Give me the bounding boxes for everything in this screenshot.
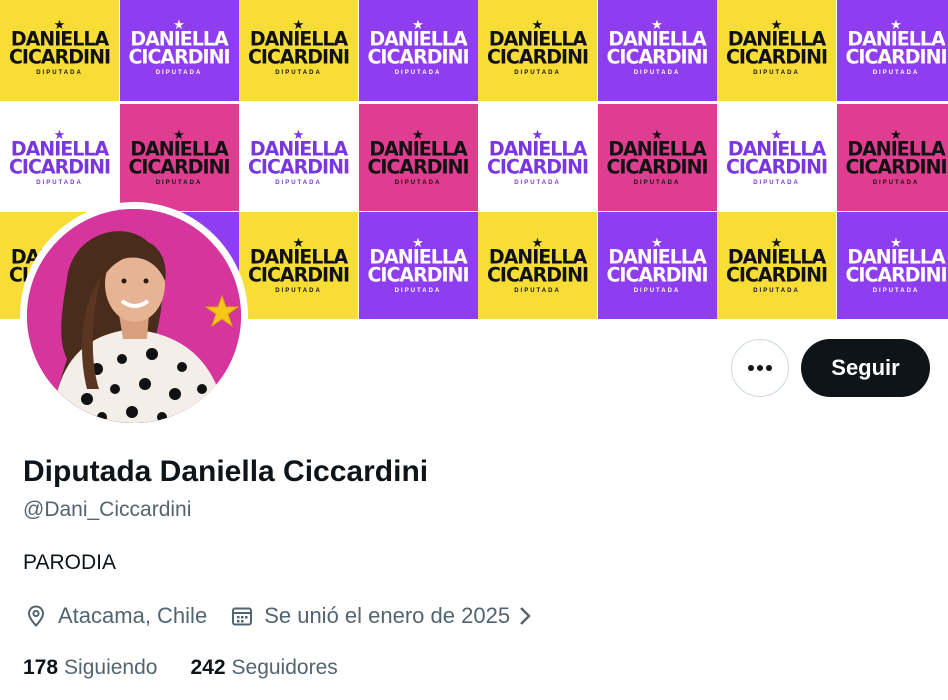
banner-tile-line2: CICARDINI <box>128 154 230 179</box>
banner-tile-sub: DIPUTADA <box>872 69 920 76</box>
banner-tile-sub: DIPUTADA <box>753 179 800 186</box>
banner-tile-line2: CICARDINI <box>606 154 708 179</box>
chevron-right-icon[interactable] <box>518 606 532 626</box>
banner-tile: ★DANIELLACICARDINIDIPUTADA <box>597 212 717 319</box>
follow-stats: 178 Siguiendo 242 Seguidores <box>23 656 371 680</box>
banner-tile: ★DANIELLACICARDINIDIPUTADA <box>836 104 948 211</box>
banner-tile-line2: CICARDINI <box>486 44 589 69</box>
banner-tile: ★DANIELLACICARDINIDIPUTADA <box>478 0 597 101</box>
joined-text[interactable]: Se unió el enero de 2025 <box>264 603 510 629</box>
banner-tile: ★DANIELLACICARDINIDIPUTADA <box>239 212 358 319</box>
banner-tile-sub: DIPUTADA <box>155 179 203 186</box>
location-pin-icon <box>23 603 49 629</box>
banner-tile-sub: DIPUTADA <box>36 179 83 186</box>
display-name: Diputada Daniella Ciccardini <box>23 455 429 488</box>
avatar[interactable] <box>27 209 241 423</box>
banner-tile: ★DANIELLACICARDINIDIPUTADA <box>358 212 478 319</box>
followers-link[interactable]: 242 Seguidores <box>190 656 337 680</box>
banner-tile-line2: CICARDINI <box>367 154 469 179</box>
location-text: Atacama, Chile <box>58 603 208 628</box>
following-link[interactable]: 178 Siguiendo <box>23 656 157 680</box>
banner-tile: ★DANIELLACICARDINIDIPUTADA <box>358 0 478 101</box>
more-dots-icon <box>748 365 772 371</box>
banner-tile: ★DANIELLACICARDINIDIPUTADA <box>717 104 836 211</box>
banner-tile: ★DANIELLACICARDINIDIPUTADA <box>836 0 948 101</box>
more-options-button[interactable] <box>731 339 789 397</box>
banner-tile: ★DANIELLACICARDINIDIPUTADA <box>0 104 119 211</box>
banner-tile-line2: CICARDINI <box>606 44 708 69</box>
followers-label: Seguidores <box>231 656 338 679</box>
banner-tile: ★DANIELLACICARDINIDIPUTADA <box>597 0 717 101</box>
banner-tile-line2: CICARDINI <box>725 44 828 69</box>
banner-tile-sub: DIPUTADA <box>633 179 681 186</box>
banner-tile-sub: DIPUTADA <box>753 287 800 294</box>
banner-tile: ★DANIELLACICARDINIDIPUTADA <box>478 104 597 211</box>
followers-count: 242 <box>190 656 226 679</box>
avatar-photo <box>27 209 241 423</box>
user-handle: @Dani_Ciccardini <box>23 498 192 521</box>
banner-tile-sub: DIPUTADA <box>514 287 561 294</box>
follow-button[interactable]: Seguir <box>801 339 930 397</box>
banner-tile-sub: DIPUTADA <box>394 287 442 294</box>
banner-tile-line2: CICARDINI <box>367 44 469 69</box>
profile-bio: PARODIA <box>23 551 116 574</box>
banner-tile-sub: DIPUTADA <box>155 69 203 76</box>
banner-tile-line2: CICARDINI <box>606 262 708 287</box>
banner-tile-line2: CICARDINI <box>486 154 589 179</box>
banner-tile: ★DANIELLACICARDINIDIPUTADA <box>239 0 358 101</box>
banner-tile: ★DANIELLACICARDINIDIPUTADA <box>836 212 948 319</box>
banner-tile-line2: CICARDINI <box>725 154 828 179</box>
banner-tile: ★DANIELLACICARDINIDIPUTADA <box>358 104 478 211</box>
following-label: Siguiendo <box>64 656 158 679</box>
banner-tile-line2: CICARDINI <box>247 154 350 179</box>
banner-tile: ★DANIELLACICARDINIDIPUTADA <box>717 0 836 101</box>
banner-tile-line2: CICARDINI <box>845 44 947 69</box>
banner-tile-line2: CICARDINI <box>845 262 947 287</box>
banner-tile-line2: CICARDINI <box>247 262 350 287</box>
banner-tile-sub: DIPUTADA <box>514 179 561 186</box>
profile-meta: Atacama, Chile Se unió el enero de 2025 <box>23 601 532 631</box>
banner-tile-line2: CICARDINI <box>128 44 230 69</box>
banner-tile-sub: DIPUTADA <box>872 287 920 294</box>
banner-tile-sub: DIPUTADA <box>36 69 83 76</box>
banner-tile: ★DANIELLACICARDINIDIPUTADA <box>478 212 597 319</box>
banner-tile-line2: CICARDINI <box>725 262 828 287</box>
following-count: 178 <box>23 656 59 679</box>
banner-tile-sub: DIPUTADA <box>633 287 681 294</box>
banner-tile: ★DANIELLACICARDINIDIPUTADA <box>0 0 119 101</box>
banner-tile-line2: CICARDINI <box>8 154 111 179</box>
calendar-icon <box>229 603 255 629</box>
banner-tile-line2: CICARDINI <box>486 262 589 287</box>
banner-tile-line2: CICARDINI <box>845 154 947 179</box>
banner-tile: ★DANIELLACICARDINIDIPUTADA <box>239 104 358 211</box>
banner-tile: ★DANIELLACICARDINIDIPUTADA <box>597 104 717 211</box>
banner-tile-sub: DIPUTADA <box>514 69 561 76</box>
banner-tile-sub: DIPUTADA <box>275 287 322 294</box>
banner-tile-sub: DIPUTADA <box>394 179 442 186</box>
banner-tile-sub: DIPUTADA <box>275 69 322 76</box>
banner-tile-sub: DIPUTADA <box>394 69 442 76</box>
banner-tile-sub: DIPUTADA <box>275 179 322 186</box>
banner-tile-sub: DIPUTADA <box>633 69 681 76</box>
banner-tile: ★DANIELLACICARDINIDIPUTADA <box>717 212 836 319</box>
banner-tile-sub: DIPUTADA <box>872 179 920 186</box>
banner-tile-line2: CICARDINI <box>8 44 111 69</box>
banner-tile: ★DANIELLACICARDINIDIPUTADA <box>119 104 239 211</box>
banner-tile-sub: DIPUTADA <box>753 69 800 76</box>
banner-tile-line2: CICARDINI <box>247 44 350 69</box>
banner-tile-line2: CICARDINI <box>367 262 469 287</box>
banner-tile: ★DANIELLACICARDINIDIPUTADA <box>119 0 239 101</box>
